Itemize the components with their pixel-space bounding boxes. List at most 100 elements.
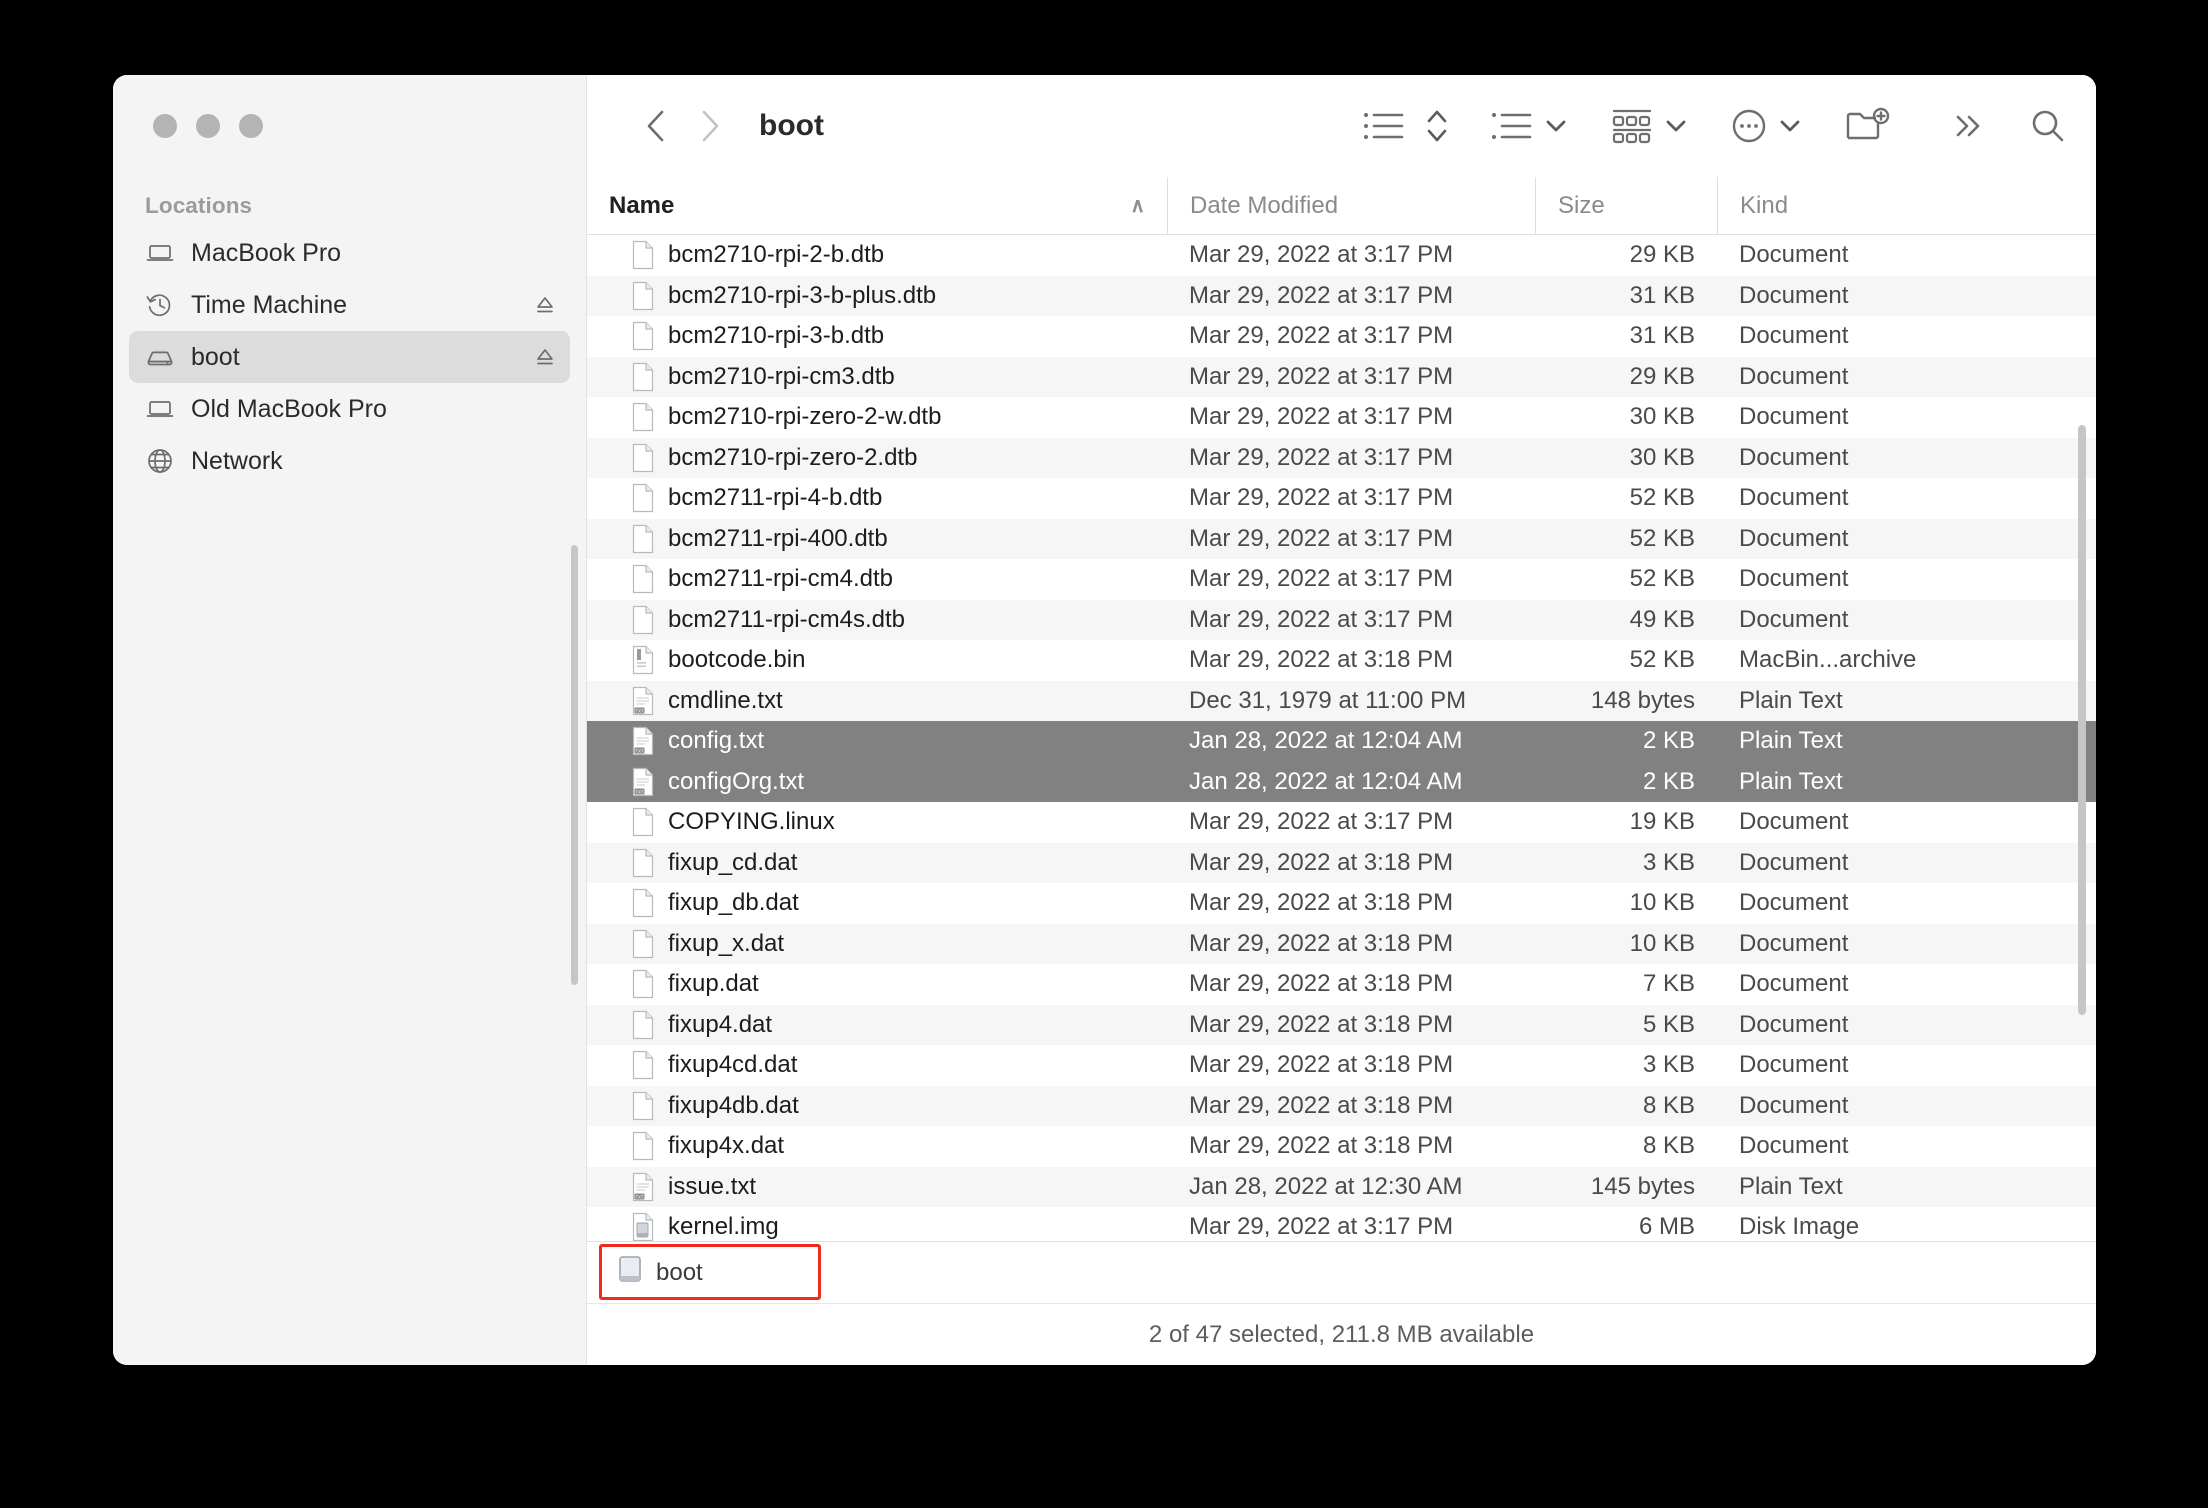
table-row[interactable]: bcm2710-rpi-2-b.dtb Mar 29, 2022 at 3:17 …	[587, 235, 2096, 276]
binary-doc-icon	[631, 645, 655, 675]
sort-arrows-icon[interactable]	[1424, 107, 1450, 145]
sidebar-item-old-macbook-pro[interactable]: Old MacBook Pro	[129, 383, 570, 435]
file-name-cell: bcm2710-rpi-2-b.dtb	[587, 240, 1167, 270]
file-size-cell: 49 KB	[1629, 605, 1695, 633]
file-kind-cell: Document	[1739, 808, 1849, 836]
minimize-button[interactable]	[196, 114, 220, 138]
file-name-label: bcm2711-rpi-4-b.dtb	[668, 484, 883, 512]
back-icon[interactable]	[629, 99, 683, 153]
file-list-scrollbar[interactable]	[2078, 425, 2086, 1015]
table-row[interactable]: COPYING.linux Mar 29, 2022 at 3:17 PM 19 K…	[587, 802, 2096, 843]
file-size-cell: 2 KB	[1642, 727, 1695, 755]
table-row[interactable]: bcm2711-rpi-4-b.dtb Mar 29, 2022 at 3:17 …	[587, 478, 2096, 519]
search-icon[interactable]	[2028, 106, 2068, 146]
sidebar-titlebar	[113, 75, 586, 177]
sidebar-item-macbook-pro[interactable]: MacBook Pro	[129, 227, 570, 279]
table-row[interactable]: bcm2710-rpi-cm3.dtb Mar 29, 2022 at 3:17 …	[587, 356, 2096, 397]
file-name-label: fixup4x.dat	[668, 1132, 785, 1160]
blank-doc-icon	[631, 1091, 655, 1121]
table-row[interactable]: fixup4.dat Mar 29, 2022 at 3:18 PM 5 KB Doc…	[587, 1004, 2096, 1045]
file-kind-cell: Document	[1739, 322, 1849, 350]
table-row[interactable]: TXT issue.txt Jan 28, 2022 at 12:30 AM 145 …	[587, 1166, 2096, 1207]
more-actions-icon[interactable]	[1730, 107, 1768, 145]
new-folder-icon[interactable]	[1844, 106, 1890, 146]
laptop-icon	[145, 394, 175, 424]
eject-icon[interactable]	[532, 344, 558, 370]
file-name-label: fixup_cd.dat	[668, 848, 798, 876]
column-header-date-modified[interactable]: Date Modified	[1167, 177, 1535, 234]
file-name-cell: bcm2710-rpi-zero-2.dtb	[587, 443, 1167, 473]
file-kind-cell: Document	[1739, 1010, 1849, 1038]
sidebar-scrollbar[interactable]	[571, 545, 578, 985]
table-row[interactable]: bcm2710-rpi-3-b.dtb Mar 29, 2022 at 3:17 …	[587, 316, 2096, 357]
column-header-kind[interactable]: Kind	[1717, 177, 2096, 234]
table-row[interactable]: fixup4x.dat Mar 29, 2022 at 3:18 PM 8 KB Do…	[587, 1126, 2096, 1167]
table-row[interactable]: fixup4db.dat Mar 29, 2022 at 3:18 PM 8 KB D…	[587, 1085, 2096, 1126]
sidebar-item-boot[interactable]: boot	[129, 331, 570, 383]
table-row[interactable]: kernel.img Mar 29, 2022 at 3:17 PM 6 MB Dis…	[587, 1207, 2096, 1241]
file-kind-cell: Document	[1739, 565, 1849, 593]
text-doc-icon: TXT	[631, 1172, 655, 1202]
main-pane: boot Name ∧ Date Modified Size Kind bcm2…	[587, 75, 2096, 1365]
file-name-label: fixup4cd.dat	[668, 1051, 798, 1079]
file-date-cell: Mar 29, 2022 at 3:18 PM	[1189, 929, 1454, 957]
group-by-icon[interactable]	[1490, 109, 1534, 143]
file-size-cell: 30 KB	[1629, 443, 1695, 471]
chevron-down-icon[interactable]	[1542, 116, 1570, 136]
file-name-cell: fixup_db.dat	[587, 888, 1167, 918]
file-date-cell: Mar 29, 2022 at 3:18 PM	[1189, 848, 1454, 876]
close-button[interactable]	[153, 114, 177, 138]
table-row[interactable]: bcm2710-rpi-zero-2-w.dtb Mar 29, 2022 at …	[587, 397, 2096, 438]
arrange-icon[interactable]	[1610, 107, 1654, 145]
file-name-label: configOrg.txt	[668, 767, 805, 795]
table-row[interactable]: TXT config.txt Jan 28, 2022 at 12:04 AM 2 K…	[587, 721, 2096, 762]
eject-icon[interactable]	[532, 292, 558, 318]
chevron-down-icon[interactable]	[1776, 116, 1804, 136]
table-row[interactable]: bootcode.bin Mar 29, 2022 at 3:18 PM 52 KB…	[587, 640, 2096, 681]
table-row[interactable]: fixup_cd.dat Mar 29, 2022 at 3:18 PM 3 KB D…	[587, 842, 2096, 883]
sidebar-item-network[interactable]: Network	[129, 435, 570, 487]
column-header-name[interactable]: Name ∧	[587, 177, 1167, 234]
path-bar-item-boot[interactable]: boot	[617, 1254, 703, 1291]
sidebar-item-list: MacBook Pro Time Machine boot Old MacBook P…	[113, 227, 586, 487]
file-name-label: bcm2710-rpi-zero-2.dtb	[668, 443, 918, 471]
file-name-label: fixup.dat	[668, 970, 759, 998]
file-date-cell: Mar 29, 2022 at 3:17 PM	[1189, 403, 1454, 431]
table-row[interactable]: fixup_db.dat Mar 29, 2022 at 3:18 PM 10 KB…	[587, 883, 2096, 924]
list-view-icon[interactable]	[1362, 109, 1406, 143]
file-kind-cell: MacBin...archive	[1739, 646, 1917, 674]
table-row[interactable]: TXT configOrg.txt Jan 28, 2022 at 12:04 AM…	[587, 761, 2096, 802]
file-name-label: issue.txt	[668, 1172, 757, 1200]
file-date-cell: Mar 29, 2022 at 3:17 PM	[1189, 808, 1454, 836]
file-date-cell: Mar 29, 2022 at 3:18 PM	[1189, 1010, 1454, 1038]
blank-doc-icon	[631, 362, 655, 392]
table-row[interactable]: fixup_x.dat Mar 29, 2022 at 3:18 PM 10 KB D…	[587, 923, 2096, 964]
file-date-cell: Mar 29, 2022 at 3:18 PM	[1189, 1132, 1454, 1160]
new-folder-controls	[1844, 106, 1890, 146]
table-row[interactable]: fixup.dat Mar 29, 2022 at 3:18 PM 7 KB Docu…	[587, 964, 2096, 1005]
file-size-cell: 5 KB	[1642, 1010, 1695, 1038]
page-title: boot	[759, 109, 824, 142]
file-size-cell: 52 KB	[1629, 524, 1695, 552]
table-row[interactable]: bcm2710-rpi-3-b-plus.dtb Mar 29, 2022 at …	[587, 275, 2096, 316]
table-row[interactable]: bcm2711-rpi-cm4.dtb Mar 29, 2022 at 3:17 …	[587, 559, 2096, 600]
file-name-cell: bootcode.bin	[587, 645, 1167, 675]
forward-icon[interactable]	[683, 99, 737, 153]
table-row[interactable]: TXT cmdline.txt Dec 31, 1979 at 11:00 PM 14…	[587, 680, 2096, 721]
file-name-label: bcm2711-rpi-cm4s.dtb	[668, 605, 905, 633]
table-row[interactable]: bcm2710-rpi-zero-2.dtb Mar 29, 2022 at 3:…	[587, 437, 2096, 478]
sidebar-item-time-machine[interactable]: Time Machine	[129, 279, 570, 331]
table-row[interactable]: bcm2711-rpi-400.dtb Mar 29, 2022 at 3:17 …	[587, 518, 2096, 559]
file-date-cell: Mar 29, 2022 at 3:17 PM	[1189, 484, 1454, 512]
laptop-icon	[145, 238, 175, 268]
column-header-size[interactable]: Size	[1535, 177, 1717, 234]
file-size-cell: 31 KB	[1629, 322, 1695, 350]
column-header-row: Name ∧ Date Modified Size Kind	[587, 177, 2096, 235]
table-row[interactable]: fixup4cd.dat Mar 29, 2022 at 3:18 PM 3 KB D…	[587, 1045, 2096, 1086]
chevron-down-icon[interactable]	[1662, 116, 1690, 136]
overflow-chevrons-icon[interactable]	[1952, 112, 1986, 140]
zoom-button[interactable]	[239, 114, 263, 138]
file-kind-cell: Disk Image	[1739, 1213, 1860, 1241]
file-name-cell: bcm2710-rpi-3-b.dtb	[587, 321, 1167, 351]
table-row[interactable]: bcm2711-rpi-cm4s.dtb Mar 29, 2022 at 3:17…	[587, 599, 2096, 640]
